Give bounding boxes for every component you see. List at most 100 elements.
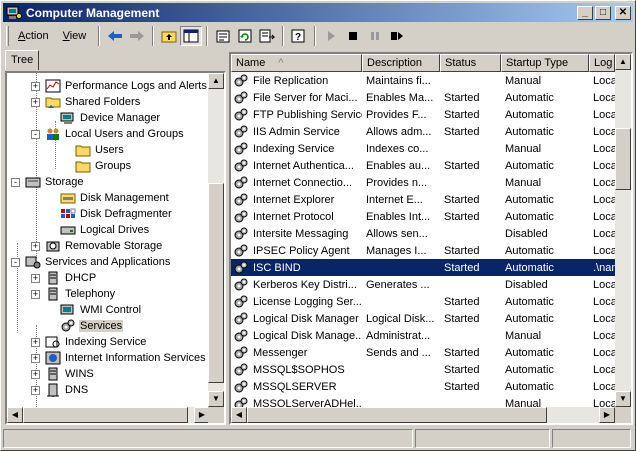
collapse-icon[interactable]: - — [11, 177, 20, 187]
expand-icon[interactable]: + — [31, 369, 40, 379]
help-button[interactable]: ? — [288, 26, 310, 46]
tree-node-disk-defragmenter[interactable]: Disk Defragmenter — [46, 206, 173, 222]
tree-node-indexing-service[interactable]: + Indexing Service — [31, 334, 147, 350]
table-row[interactable]: Logical Disk Manage... Administrat... Manu… — [231, 327, 615, 344]
column-header-log-on-as[interactable]: Log O — [589, 54, 615, 72]
table-row[interactable]: Logical Disk Manager Logical Disk... Start… — [231, 310, 615, 327]
properties-button[interactable] — [212, 26, 234, 46]
server-icon — [45, 271, 61, 285]
column-header-startup-type[interactable]: Startup Type — [501, 54, 589, 72]
close-button[interactable]: ✕ — [615, 5, 631, 20]
table-row[interactable]: File Replication Maintains fi... Manual Loc… — [231, 72, 615, 89]
service-name-cell: ISC BIND — [253, 261, 301, 274]
tree-node-device-manager[interactable]: Device Manager — [46, 110, 161, 126]
table-row[interactable]: Messenger Sends and ... Started Automatic Lo… — [231, 344, 615, 361]
expand-icon[interactable]: + — [31, 337, 40, 347]
table-row[interactable]: File Server for Maci... Enables Ma... Star… — [231, 89, 615, 106]
table-row[interactable]: FTP Publishing Service Provides F... Start… — [231, 106, 615, 123]
minimize-button[interactable]: _ — [577, 5, 593, 20]
scroll-up-button[interactable]: ▲ — [615, 54, 631, 70]
maximize-button[interactable]: □ — [595, 5, 611, 20]
column-header-name[interactable]: Name ^ — [231, 54, 362, 72]
table-row[interactable]: Internet Explorer Internet E... Started Aut… — [231, 191, 615, 208]
scroll-thumb[interactable] — [247, 407, 547, 423]
toolbar-grip[interactable] — [6, 26, 9, 46]
scroll-thumb[interactable] — [208, 183, 224, 383]
scroll-right-button[interactable]: ▶ — [599, 407, 615, 423]
table-row[interactable]: Internet Authentica... Enables au... Start… — [231, 157, 615, 174]
column-header-description[interactable]: Description — [362, 54, 440, 72]
menu-view[interactable]: View — [57, 28, 93, 44]
tree-node-shared-folders[interactable]: + Shared Folders — [31, 94, 141, 110]
scroll-down-button[interactable]: ▼ — [615, 391, 631, 407]
service-description-cell: Provides F... — [366, 108, 427, 121]
tree-node-wmi-control[interactable]: WMI Control — [46, 302, 142, 318]
table-row[interactable]: Kerberos Key Distri... Generates ... Disab… — [231, 276, 615, 293]
table-row[interactable]: IIS Admin Service Allows adm... Started Aut… — [231, 123, 615, 140]
scroll-left-button[interactable]: ◀ — [7, 407, 23, 423]
collapse-icon[interactable]: - — [11, 257, 20, 267]
collapse-icon[interactable]: - — [31, 129, 40, 139]
expand-icon[interactable]: + — [31, 273, 40, 283]
table-row[interactable]: Internet Protocol Enables Int... Started Au… — [231, 208, 615, 225]
start-service-button[interactable] — [320, 26, 342, 46]
table-row[interactable]: MSSQLSERVER Started Automatic Loca — [231, 378, 615, 395]
expand-icon[interactable]: + — [31, 289, 40, 299]
service-log-on-cell: Loca — [593, 176, 615, 189]
tree-node-wins[interactable]: + WINS — [31, 366, 95, 382]
expand-icon[interactable]: + — [31, 81, 40, 91]
expand-icon[interactable]: + — [31, 385, 40, 395]
pause-icon — [371, 32, 380, 40]
title-bar[interactable]: Computer Management _ □ ✕ — [3, 3, 633, 22]
column-header-status[interactable]: Status — [440, 54, 501, 72]
tree-node-services[interactable]: Services — [46, 318, 124, 334]
forward-button[interactable] — [126, 26, 148, 46]
tree-node-internet-information-services[interactable]: + Internet Information Services — [31, 350, 207, 366]
services-vertical-scrollbar[interactable]: ▲ ▼ — [615, 54, 631, 407]
services-horizontal-scrollbar[interactable]: ◀ ▶ — [231, 407, 615, 423]
scroll-thumb[interactable] — [23, 407, 188, 423]
table-row[interactable]: Internet Connectio... Provides n... Manual… — [231, 174, 615, 191]
tree-node-groups[interactable]: Groups — [61, 158, 132, 174]
tree-node-removable-storage[interactable]: + Removable Storage — [31, 238, 163, 254]
pause-service-button[interactable] — [364, 26, 386, 46]
scroll-up-button[interactable]: ▲ — [208, 73, 224, 89]
expand-icon[interactable]: + — [31, 353, 40, 363]
scroll-thumb[interactable] — [615, 128, 631, 190]
expand-icon[interactable]: + — [31, 97, 40, 107]
tree-node-dhcp[interactable]: + DHCP — [31, 270, 97, 286]
tree-node-services-and-applications[interactable]: - Services and Applications — [11, 254, 171, 270]
tree-node-label: Services and Applications — [45, 256, 171, 268]
tab-tree[interactable]: Tree — [5, 50, 39, 70]
service-name-cell: IPSEC Policy Agent — [253, 244, 350, 257]
tree-node-logical-drives[interactable]: Logical Drives — [46, 222, 150, 238]
scroll-down-button[interactable]: ▼ — [208, 391, 224, 407]
export-list-button[interactable] — [256, 26, 278, 46]
refresh-button[interactable] — [234, 26, 256, 46]
tree-node-storage[interactable]: - Storage — [11, 174, 85, 190]
table-row[interactable]: ISC BIND Started Automatic .\nar — [231, 259, 615, 276]
tree-node-users[interactable]: Users — [61, 142, 125, 158]
table-row[interactable]: MSSQL$SOPHOS Started Automatic Loca — [231, 361, 615, 378]
back-button[interactable] — [104, 26, 126, 46]
table-row[interactable]: Indexing Service Indexes co... Manual Loca — [231, 140, 615, 157]
scroll-left-button[interactable]: ◀ — [231, 407, 247, 423]
expand-icon[interactable]: + — [31, 241, 40, 251]
menu-action[interactable]: Action — [12, 28, 55, 44]
service-log-on-cell: Loca — [593, 91, 615, 104]
tree-node-telephony[interactable]: + Telephony — [31, 286, 116, 302]
show-hide-tree-button[interactable] — [180, 26, 203, 46]
tree-node-dns[interactable]: + DNS — [31, 382, 89, 398]
stop-service-button[interactable] — [342, 26, 364, 46]
table-row[interactable]: License Logging Ser... Started Automatic Lo… — [231, 293, 615, 310]
table-row[interactable]: IPSEC Policy Agent Manages I... Started Aut… — [231, 242, 615, 259]
tree-node-local-users-and-groups[interactable]: - Local Users and Groups — [31, 126, 185, 142]
tree-vertical-scrollbar[interactable]: ▲ ▼ — [208, 73, 224, 407]
table-row[interactable]: Intersite Messaging Allows sen... Disabled… — [231, 225, 615, 242]
removable-storage-icon — [45, 239, 61, 253]
tree-node-performance-logs-and-alerts[interactable]: + Performance Logs and Alerts — [31, 78, 208, 94]
restart-service-button[interactable] — [386, 26, 408, 46]
up-one-level-button[interactable] — [158, 26, 180, 46]
tree-horizontal-scrollbar[interactable]: ◀ ▶ — [7, 407, 210, 423]
tree-node-disk-management[interactable]: Disk Management — [46, 190, 170, 206]
